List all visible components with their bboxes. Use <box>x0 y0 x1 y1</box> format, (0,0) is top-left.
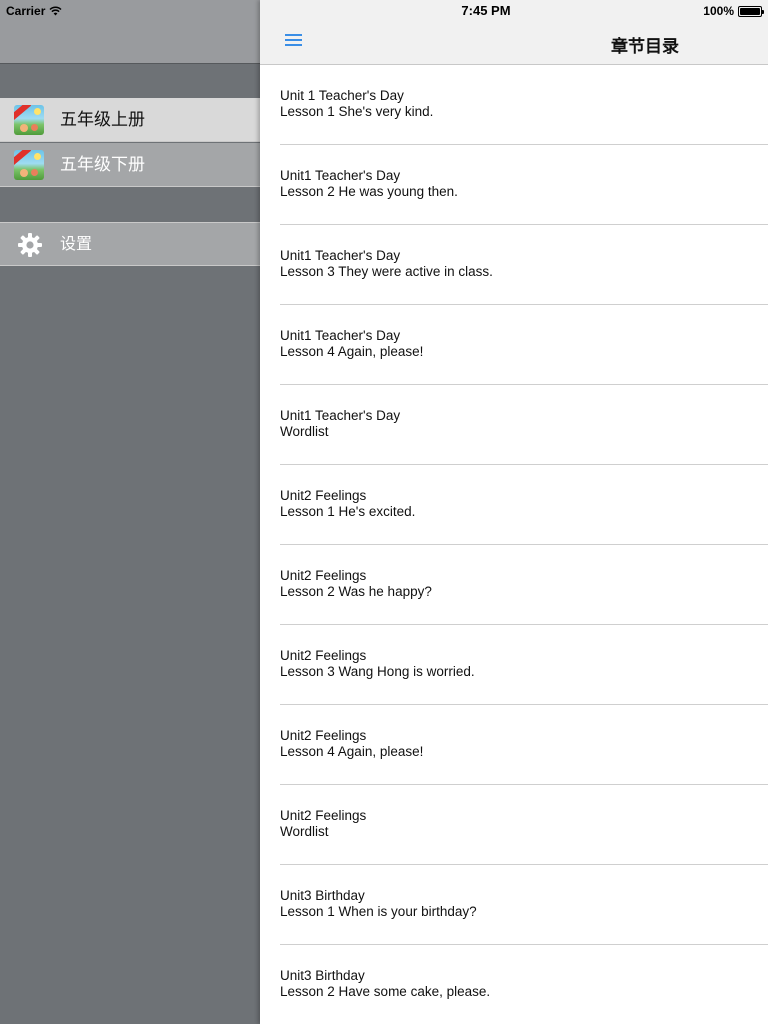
unit-title: Unit2 Feelings <box>280 808 367 823</box>
list-item[interactable]: Unit2 Feelings Lesson 4 Again, please! <box>260 705 768 785</box>
unit-title: Unit3 Birthday <box>280 968 365 983</box>
list-item[interactable]: Unit 1 Teacher's Day Lesson 1 She's very … <box>260 65 768 145</box>
wifi-icon <box>49 6 62 16</box>
unit-title: Unit 1 Teacher's Day <box>280 88 404 103</box>
lesson-title: Wordlist <box>280 424 329 439</box>
lesson-title: Lesson 2 He was young then. <box>280 184 458 199</box>
sidebar-item-label: 设置 <box>60 236 93 253</box>
unit-title: Unit2 Feelings <box>280 728 367 743</box>
navigation-bar: 7:45 PM 100% 章节目录 <box>260 0 768 65</box>
book-cover-icon <box>14 150 44 180</box>
sidebar-item-label: 五年级上册 <box>60 110 145 129</box>
unit-title: Unit2 Feelings <box>280 648 367 663</box>
unit-title: Unit1 Teacher's Day <box>280 408 401 423</box>
carrier-label: Carrier <box>6 4 46 18</box>
list-item[interactable]: Unit2 Feelings Lesson 1 He's excited. <box>260 465 768 545</box>
sidebar-item-grade5-upper[interactable]: 五年级上册 <box>0 98 260 142</box>
chapter-panel: 7:45 PM 100% 章节目录 Unit 1 Teacher's Day Le… <box>260 0 768 1024</box>
unit-title: Unit2 Feelings <box>280 568 367 583</box>
lesson-title: Lesson 3 Wang Hong is worried. <box>280 664 475 679</box>
battery-percent: 100% <box>703 4 734 18</box>
sidebar-item-label: 五年级下册 <box>60 155 145 174</box>
unit-title: Unit1 Teacher's Day <box>280 248 401 263</box>
menu-icon[interactable] <box>285 33 302 47</box>
lesson-title: Lesson 3 They were active in class. <box>280 264 493 279</box>
list-item[interactable]: Unit1 Teacher's Day Lesson 3 They were ac… <box>260 225 768 305</box>
list-item[interactable]: Unit2 Feelings Lesson 3 Wang Hong is worr… <box>260 625 768 705</box>
unit-title: Unit1 Teacher's Day <box>280 168 401 183</box>
sidebar-item-settings[interactable]: 设置 <box>0 222 260 266</box>
carrier-indicator: Carrier <box>6 3 62 19</box>
list-item[interactable]: Unit3 Birthday Lesson 2 Have some cake, p… <box>260 945 768 1024</box>
list-item[interactable]: Unit2 Feelings Lesson 2 Was he happy? <box>260 545 768 625</box>
unit-title: Unit3 Birthday <box>280 888 365 903</box>
battery-icon <box>738 5 764 17</box>
sidebar-header: Carrier <box>0 0 260 64</box>
side-menu: Carrier 五年级上册 五年级下册 设置 <box>0 0 260 1024</box>
lesson-title: Wordlist <box>280 824 329 839</box>
unit-title: Unit2 Feelings <box>280 488 367 503</box>
lesson-title: Lesson 4 Again, please! <box>280 344 424 359</box>
list-item[interactable]: Unit2 Feelings Wordlist <box>260 785 768 865</box>
lesson-title: Lesson 1 She's very kind. <box>280 104 434 119</box>
lesson-list: Unit 1 Teacher's Day Lesson 1 She's very … <box>260 65 768 1024</box>
book-cover-icon <box>14 105 44 135</box>
list-item[interactable]: Unit3 Birthday Lesson 1 When is your birt… <box>260 865 768 945</box>
status-time: 7:45 PM <box>461 3 511 18</box>
lesson-title: Lesson 4 Again, please! <box>280 744 424 759</box>
gear-icon <box>18 233 42 257</box>
list-item[interactable]: Unit1 Teacher's Day Lesson 4 Again, pleas… <box>260 305 768 385</box>
page-title: 章节目录 <box>611 37 679 56</box>
unit-title: Unit1 Teacher's Day <box>280 328 401 343</box>
lesson-title: Lesson 1 When is your birthday? <box>280 904 477 919</box>
sidebar-item-grade5-lower[interactable]: 五年级下册 <box>0 143 260 187</box>
lesson-title: Lesson 2 Have some cake, please. <box>280 984 491 999</box>
lesson-title: Lesson 1 He's excited. <box>280 504 416 519</box>
lesson-title: Lesson 2 Was he happy? <box>280 584 432 599</box>
battery-indicator: 100% <box>703 3 764 19</box>
list-item[interactable]: Unit1 Teacher's Day Wordlist <box>260 385 768 465</box>
list-item[interactable]: Unit1 Teacher's Day Lesson 2 He was young… <box>260 145 768 225</box>
